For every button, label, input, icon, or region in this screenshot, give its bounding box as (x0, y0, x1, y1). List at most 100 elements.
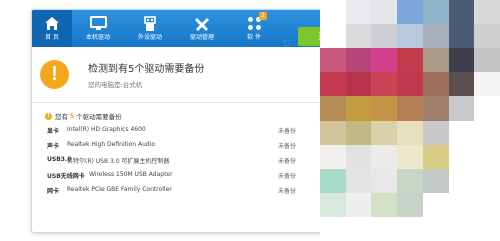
mosaic-tile (345, 168, 372, 193)
warning-icon: ! (40, 60, 69, 89)
mosaic-tile (320, 168, 346, 193)
mosaic-tile (371, 48, 398, 73)
driver-app-window: 首 页 本机驱动 外设驱动 驱动管理 2 软 件 ! 检测到有5个驱动需要备份 … (31, 9, 327, 233)
mosaic-tile (371, 192, 398, 217)
mosaic-tile (371, 120, 398, 145)
driver-backup-status[interactable]: 未备份 (278, 126, 296, 135)
driver-row-audio: 声卡 Realtek High Definition Audio 未备份 (32, 137, 326, 152)
status-banner: ! 检测到有5个驱动需要备份 您的电脑是:台式机 (32, 47, 326, 103)
mosaic-tile (474, 48, 500, 73)
mosaic-tile (448, 96, 475, 121)
mosaic-tile (397, 72, 423, 97)
mosaic-tile (397, 120, 423, 145)
tab-home-label: 首 页 (45, 34, 59, 41)
driver-category: 显卡 (47, 128, 60, 135)
mosaic-tile (448, 0, 475, 25)
mosaic-tile (422, 120, 449, 145)
tab-local-drivers[interactable]: 本机驱动 (72, 10, 124, 47)
tab-home[interactable]: 首 页 (32, 10, 72, 47)
tab-driver-management-label: 驱动管理 (189, 34, 214, 41)
mosaic-tile (371, 216, 398, 241)
summary-warning-icon: ! (45, 112, 52, 120)
mosaic-tile (320, 96, 346, 121)
mosaic-tile (371, 168, 398, 193)
tab-peripheral-drivers[interactable]: 外设驱动 (124, 10, 176, 47)
usb-icon (143, 15, 157, 32)
mosaic-tile (474, 192, 500, 217)
backup-headline: 检测到有5个驱动需要备份 (88, 64, 205, 75)
driver-category: 网卡 (47, 188, 60, 195)
mosaic-tile (397, 192, 423, 217)
driver-device: 英特尔(R) USB 3.0 可扩展主机控制器 (67, 158, 170, 165)
tab-peripheral-drivers-label: 外设驱动 (137, 34, 162, 41)
summary-suffix: 个驱动需要备份 (76, 113, 122, 121)
tab-software-label: 软 件 (247, 34, 261, 41)
tab-local-drivers-label: 本机驱动 (85, 34, 110, 41)
refresh-icon[interactable] (283, 38, 292, 47)
mosaic-tile (474, 216, 500, 241)
mosaic-tile (320, 24, 346, 49)
home-icon (44, 15, 60, 32)
pixelated-background-mosaic (320, 0, 500, 241)
mosaic-tile (345, 216, 372, 241)
mosaic-tile (474, 120, 500, 145)
mosaic-tile (422, 24, 449, 49)
mosaic-tile (397, 144, 423, 169)
mosaic-tile (448, 120, 475, 145)
mosaic-tile (345, 24, 372, 49)
mosaic-tile (422, 216, 449, 241)
mosaic-tile (320, 216, 346, 241)
driver-backup-status[interactable]: 未备份 (278, 156, 296, 165)
mosaic-tile (474, 96, 500, 121)
mosaic-tile (397, 96, 423, 121)
mosaic-tile (474, 144, 500, 169)
mosaic-tile (448, 24, 475, 49)
mosaic-tile (345, 48, 372, 73)
mosaic-tile (371, 144, 398, 169)
mosaic-tile (474, 24, 500, 49)
driver-device: Realtek PCIe GBE Family Controller (67, 186, 172, 193)
mosaic-tile (345, 96, 372, 121)
monitor-icon (89, 15, 107, 32)
mosaic-tile (345, 144, 372, 169)
mosaic-tile (345, 0, 372, 25)
driver-backup-status[interactable]: 未备份 (278, 171, 296, 180)
mosaic-tile (320, 192, 346, 217)
mosaic-tile (422, 96, 449, 121)
mosaic-tile (397, 0, 423, 25)
mosaic-tile (320, 120, 346, 145)
driver-device: Realtek High Definition Audio (67, 141, 156, 148)
mosaic-tile (448, 48, 475, 73)
mosaic-tile (397, 48, 423, 73)
mosaic-tile (448, 216, 475, 241)
driver-category: 声卡 (47, 143, 60, 150)
mosaic-tile (345, 120, 372, 145)
tab-software[interactable]: 2 软 件 (228, 10, 280, 47)
mosaic-tile (397, 168, 423, 193)
driver-backup-status[interactable]: 未备份 (278, 186, 296, 195)
driver-summary: ! 您有 5 个驱动需要备份 (45, 111, 122, 121)
summary-prefix: 您有 (55, 113, 68, 121)
mosaic-tile (448, 72, 475, 97)
mosaic-tile (320, 144, 346, 169)
mosaic-tile (448, 168, 475, 193)
mosaic-tile (371, 0, 398, 25)
mosaic-tile (422, 144, 449, 169)
driver-row-network: 网卡 Realtek PCIe GBE Family Controller 未备… (32, 182, 326, 197)
mosaic-tile (345, 192, 372, 217)
tab-driver-management[interactable]: 驱动管理 (176, 10, 228, 47)
mosaic-tile (422, 0, 449, 25)
machine-type-text: 您的电脑是:台式机 (88, 81, 143, 89)
mosaic-tile (422, 192, 449, 217)
mosaic-tile (422, 48, 449, 73)
wrench-icon (194, 15, 210, 32)
mosaic-tile (345, 72, 372, 97)
mosaic-tile (397, 216, 423, 241)
mosaic-tile (320, 72, 346, 97)
mosaic-tile (371, 24, 398, 49)
mosaic-tile (422, 72, 449, 97)
driver-backup-status[interactable]: 未备份 (278, 141, 296, 150)
software-update-badge: 2 (259, 12, 267, 20)
mosaic-tile (422, 168, 449, 193)
driver-category: USB无线网卡 (47, 173, 85, 180)
